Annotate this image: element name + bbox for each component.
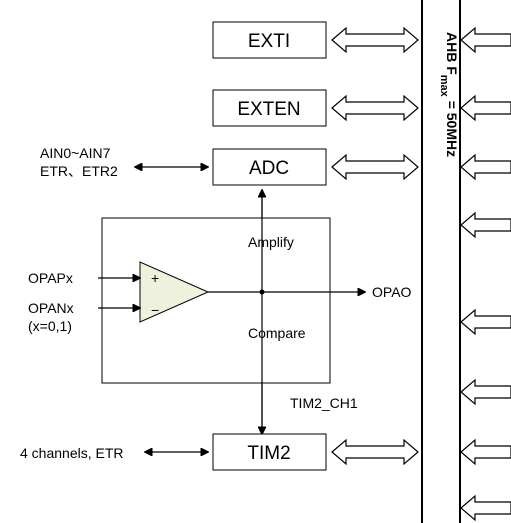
ext-arrow-3 bbox=[461, 155, 511, 179]
exten-bus-arrow bbox=[332, 96, 418, 120]
compare-label: Compare bbox=[248, 325, 306, 341]
ext-arrow-4 bbox=[461, 213, 511, 237]
op-node-dot bbox=[260, 290, 265, 295]
bus-label-group: AHB Fmax = 50MHz bbox=[438, 32, 460, 157]
opanx-label: OPANx bbox=[28, 300, 74, 316]
ext-arrow-6 bbox=[461, 380, 511, 404]
ext-arrow-8 bbox=[461, 496, 511, 520]
adc-pins-line1: AIN0~AIN7 bbox=[40, 145, 111, 161]
opao-label: OPAO bbox=[372, 284, 412, 300]
ext-arrow-7 bbox=[461, 440, 511, 464]
ext-arrow-1 bbox=[461, 28, 511, 52]
bus-label-main: AHB F bbox=[444, 32, 460, 75]
opamp-plus: + bbox=[151, 270, 159, 286]
tim2-pins-label: 4 channels, ETR bbox=[20, 445, 124, 461]
opamp-minus: − bbox=[151, 302, 159, 318]
ext-arrow-2 bbox=[461, 96, 511, 120]
opanx-note: (x=0,1) bbox=[28, 318, 72, 334]
bus-label-sub: max bbox=[438, 75, 450, 98]
exti-label: EXTI bbox=[248, 31, 290, 52]
tim2-label: TIM2 bbox=[247, 443, 290, 464]
exti-bus-arrow bbox=[332, 28, 418, 52]
adc-label: ADC bbox=[249, 158, 289, 179]
adc-pins-line2: ETR、ETR2 bbox=[40, 163, 118, 179]
block-diagram: AHB Fmax = 50MHz EXTI EXTEN ADC AIN0~AIN… bbox=[0, 0, 511, 523]
amplify-label: Amplify bbox=[248, 234, 294, 250]
bus-label-eq: = 50MHz bbox=[444, 97, 460, 157]
opapx-label: OPAPx bbox=[28, 270, 73, 286]
opamp-block bbox=[102, 218, 330, 383]
adc-bus-arrow bbox=[332, 155, 418, 179]
svg-text:AHB Fmax = 50MHz: AHB Fmax = 50MHz bbox=[438, 32, 460, 157]
tim2-bus-arrow bbox=[332, 440, 418, 464]
exten-label: EXTEN bbox=[237, 99, 300, 120]
tim2-ch-label: TIM2_CH1 bbox=[290, 395, 358, 411]
ext-arrow-5 bbox=[461, 310, 511, 334]
